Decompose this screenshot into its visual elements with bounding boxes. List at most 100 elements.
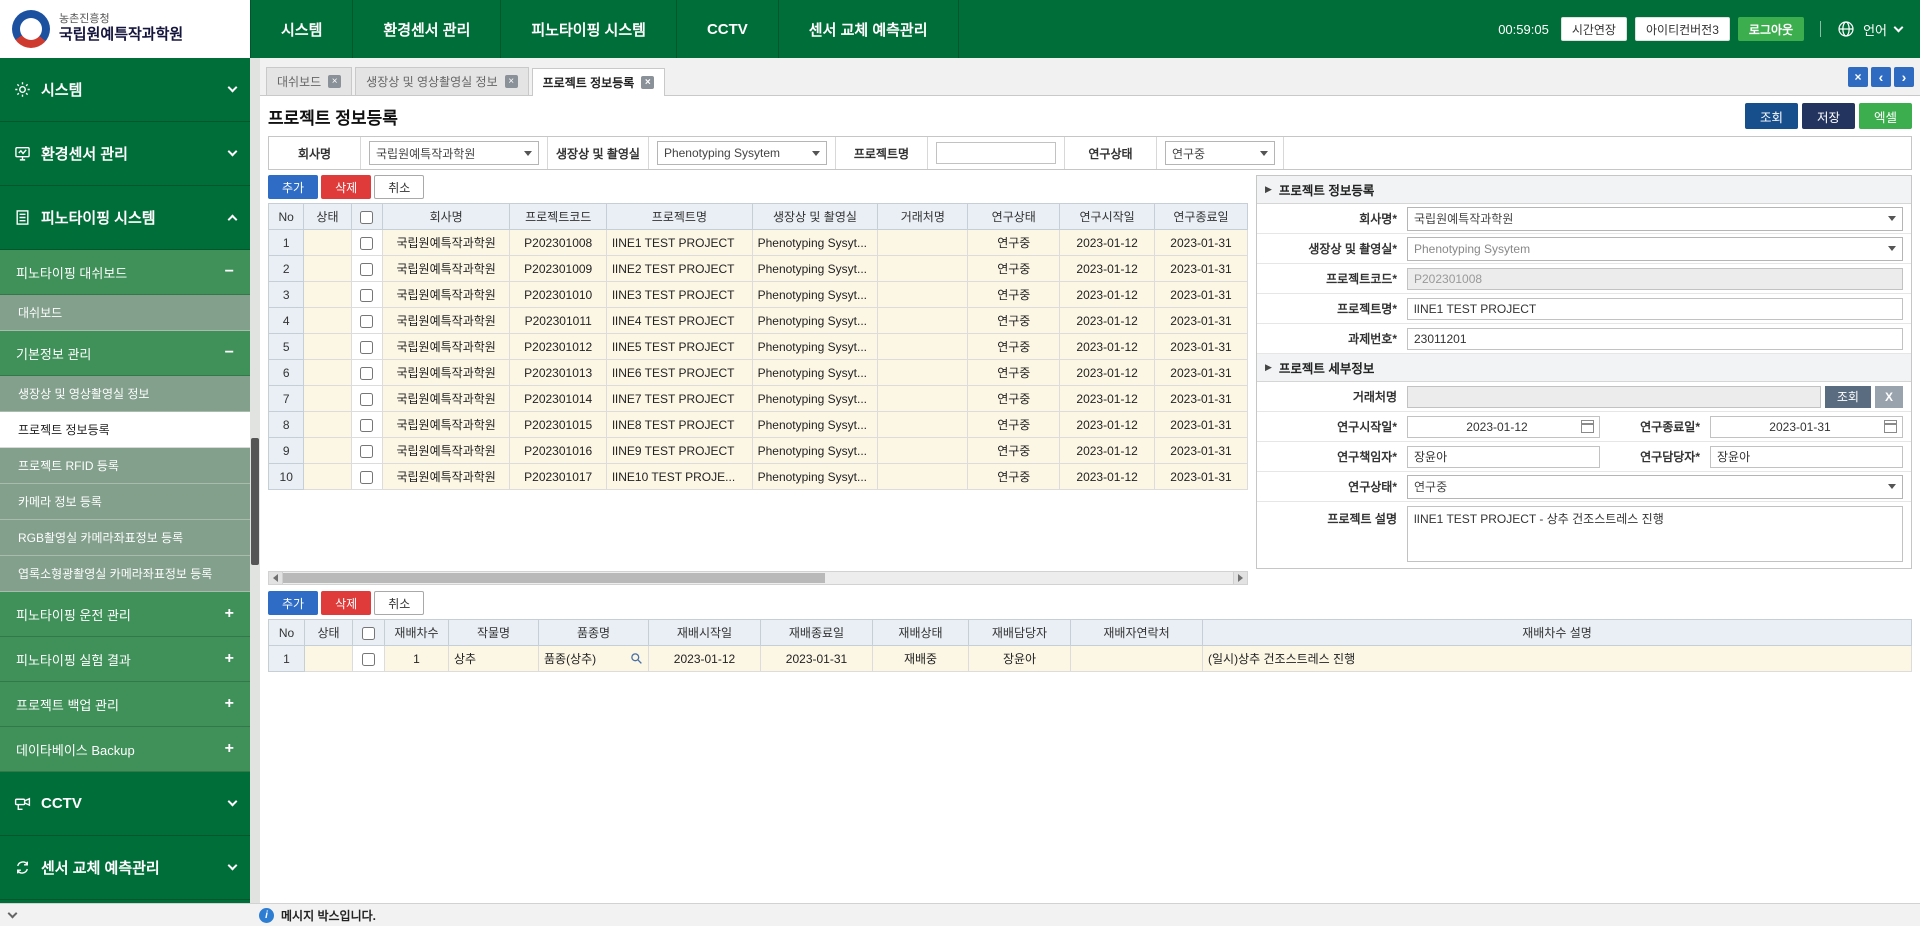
nav-item[interactable]: 센서 교체 예측관리 xyxy=(778,0,959,58)
row-checkbox[interactable] xyxy=(360,393,373,406)
scrollbar-thumb[interactable] xyxy=(283,573,825,583)
table-row[interactable]: 7 국립원예특작과학원 P202301014 lINE7 TEST PROJEC… xyxy=(269,386,1248,412)
filter-chamber-select[interactable]: Phenotyping Sysytem xyxy=(657,141,827,165)
tab[interactable]: 생장상 및 영상촬영실 정보 xyxy=(355,67,528,95)
logo[interactable]: 농촌진흥청 국립원예특작과학원 xyxy=(0,0,250,58)
project-name-input[interactable] xyxy=(1407,298,1903,320)
research-status-select[interactable]: 연구중 xyxy=(1407,475,1903,499)
table-row[interactable]: 2 국립원예특작과학원 P202301009 lINE2 TEST PROJEC… xyxy=(269,256,1248,282)
language-label[interactable]: 언어 xyxy=(1863,20,1887,39)
sidebar-item[interactable]: 환경센서 관리 xyxy=(0,122,250,186)
excel-button[interactable]: 엑셀 xyxy=(1859,103,1912,129)
nav-item[interactable]: 시스템 xyxy=(250,0,352,58)
leader-input[interactable] xyxy=(1407,446,1600,468)
nav-item[interactable]: 피노타이핑 시스템 xyxy=(500,0,676,58)
search-icon[interactable] xyxy=(630,652,643,665)
task-number-input[interactable] xyxy=(1407,328,1903,350)
row-checkbox[interactable] xyxy=(360,445,373,458)
calendar-icon[interactable] xyxy=(1581,420,1594,433)
company-select[interactable]: 국립원예특작과학원 xyxy=(1407,207,1903,231)
sidebar-item[interactable]: 피노타이핑 대쉬보드− xyxy=(0,250,250,295)
globe-icon[interactable] xyxy=(1837,20,1855,38)
sidebar-item[interactable]: 생장상 및 영상촬영실 정보 xyxy=(0,376,250,412)
start-date-input[interactable]: 2023-01-12 xyxy=(1407,416,1600,438)
row-checkbox[interactable] xyxy=(360,315,373,328)
cell-project-name: lINE8 TEST PROJECT xyxy=(607,412,752,438)
filter-company-select[interactable]: 국립원예특작과학원 xyxy=(369,141,539,165)
select-all-checkbox[interactable] xyxy=(360,211,373,224)
delete-button[interactable]: 삭제 xyxy=(321,175,371,199)
sidebar-item[interactable]: 프로젝트 백업 관리+ xyxy=(0,682,250,727)
sidebar-item[interactable]: 카메라 정보 등록 xyxy=(0,484,250,520)
row-checkbox[interactable] xyxy=(360,419,373,432)
manager-input[interactable] xyxy=(1710,446,1903,468)
query-button[interactable]: 조회 xyxy=(1745,103,1798,129)
tab-close-icon[interactable] xyxy=(641,76,654,89)
nav-item[interactable]: CCTV xyxy=(676,0,778,58)
delete-button[interactable]: 삭제 xyxy=(321,591,371,615)
end-date-input[interactable]: 2023-01-31 xyxy=(1710,416,1903,438)
row-checkbox[interactable] xyxy=(362,653,375,666)
table-row[interactable]: 1 1 상추 품종(상추) 2023-01-12 2023-01-31 재배중 … xyxy=(269,646,1912,672)
scrollbar-thumb[interactable] xyxy=(251,438,259,565)
select-all-checkbox[interactable] xyxy=(362,627,375,640)
sidebar-item[interactable]: 피노타이핑 실험 결과+ xyxy=(0,637,250,682)
tab[interactable]: 프로젝트 정보등록 xyxy=(532,68,666,96)
sidebar-item[interactable]: RGB촬영실 카메라좌표정보 등록 xyxy=(0,520,250,556)
close-all-tabs-button[interactable] xyxy=(1848,67,1868,87)
table-row[interactable]: 3 국립원예특작과학원 P202301010 lINE3 TEST PROJEC… xyxy=(269,282,1248,308)
row-checkbox[interactable] xyxy=(360,263,373,276)
chamber-select[interactable]: Phenotyping Sysytem xyxy=(1407,237,1903,261)
calendar-icon[interactable] xyxy=(1884,420,1897,433)
sidebar-item[interactable]: CCTV xyxy=(0,772,250,836)
filter-status-select[interactable]: 연구중 xyxy=(1165,141,1275,165)
row-checkbox[interactable] xyxy=(360,237,373,250)
row-checkbox[interactable] xyxy=(360,471,373,484)
chevron-down-icon[interactable] xyxy=(1894,22,1904,32)
sidebar-scrollbar[interactable] xyxy=(250,58,260,903)
scroll-left-arrow[interactable] xyxy=(269,572,283,584)
tab-scroll-left-button[interactable] xyxy=(1871,67,1891,87)
add-button[interactable]: 추가 xyxy=(268,591,318,615)
sidebar-item[interactable]: 센서 교체 예측관리 xyxy=(0,836,250,900)
row-checkbox[interactable] xyxy=(360,367,373,380)
table-row[interactable]: 6 국립원예특작과학원 P202301013 lINE6 TEST PROJEC… xyxy=(269,360,1248,386)
client-clear-button[interactable]: X xyxy=(1875,386,1903,408)
filter-project-input[interactable] xyxy=(936,142,1056,164)
scroll-right-arrow[interactable] xyxy=(1233,572,1247,584)
version-button[interactable]: 아이티컨버전3 xyxy=(1635,17,1730,41)
table-row[interactable]: 1 국립원예특작과학원 P202301008 lINE1 TEST PROJEC… xyxy=(269,230,1248,256)
row-checkbox[interactable] xyxy=(360,289,373,302)
horizontal-scrollbar[interactable] xyxy=(268,571,1248,585)
scrollbar-track[interactable] xyxy=(283,572,1233,584)
cancel-button[interactable]: 취소 xyxy=(374,591,424,615)
sidebar-item[interactable]: 데이타베이스 Backup+ xyxy=(0,727,250,772)
client-search-button[interactable]: 조회 xyxy=(1825,386,1871,408)
sidebar-item[interactable]: 기본정보 관리− xyxy=(0,331,250,376)
tab-close-icon[interactable] xyxy=(505,75,518,88)
nav-item[interactable]: 환경센서 관리 xyxy=(352,0,500,58)
save-button[interactable]: 저장 xyxy=(1802,103,1855,129)
table-row[interactable]: 4 국립원예특작과학원 P202301011 lINE4 TEST PROJEC… xyxy=(269,308,1248,334)
add-button[interactable]: 추가 xyxy=(268,175,318,199)
tab[interactable]: 대쉬보드 xyxy=(266,67,352,95)
sidebar-item[interactable]: 피노타이핑 운전 관리+ xyxy=(0,592,250,637)
sidebar-item[interactable]: 대쉬보드 xyxy=(0,295,250,331)
sidebar-item[interactable]: 프로젝트 RFID 등록 xyxy=(0,448,250,484)
table-row[interactable]: 8 국립원예특작과학원 P202301015 lINE8 TEST PROJEC… xyxy=(269,412,1248,438)
sidebar-item[interactable]: 프로젝트 정보등록 xyxy=(0,412,250,448)
sidebar-item[interactable]: 피노타이핑 시스템 xyxy=(0,186,250,250)
extend-time-button[interactable]: 시간연장 xyxy=(1561,17,1627,41)
tab-close-icon[interactable] xyxy=(328,75,341,88)
row-checkbox[interactable] xyxy=(360,341,373,354)
cancel-button[interactable]: 취소 xyxy=(374,175,424,199)
sidebar-item[interactable]: 시스템 xyxy=(0,58,250,122)
table-row[interactable]: 10 국립원예특작과학원 P202301017 lINE10 TEST PROJ… xyxy=(269,464,1248,490)
description-textarea[interactable]: lINE1 TEST PROJECT - 상추 건조스트레스 진행 xyxy=(1407,506,1903,562)
logout-button[interactable]: 로그아웃 xyxy=(1738,17,1804,41)
sidebar-item[interactable]: 엽록소형광촬영실 카메라좌표정보 등록 xyxy=(0,556,250,592)
table-row[interactable]: 9 국립원예특작과학원 P202301016 lINE9 TEST PROJEC… xyxy=(269,438,1248,464)
tab-scroll-right-button[interactable] xyxy=(1894,67,1914,87)
table-row[interactable]: 5 국립원예특작과학원 P202301012 lINE5 TEST PROJEC… xyxy=(269,334,1248,360)
collapse-chevron-icon[interactable] xyxy=(8,908,18,918)
